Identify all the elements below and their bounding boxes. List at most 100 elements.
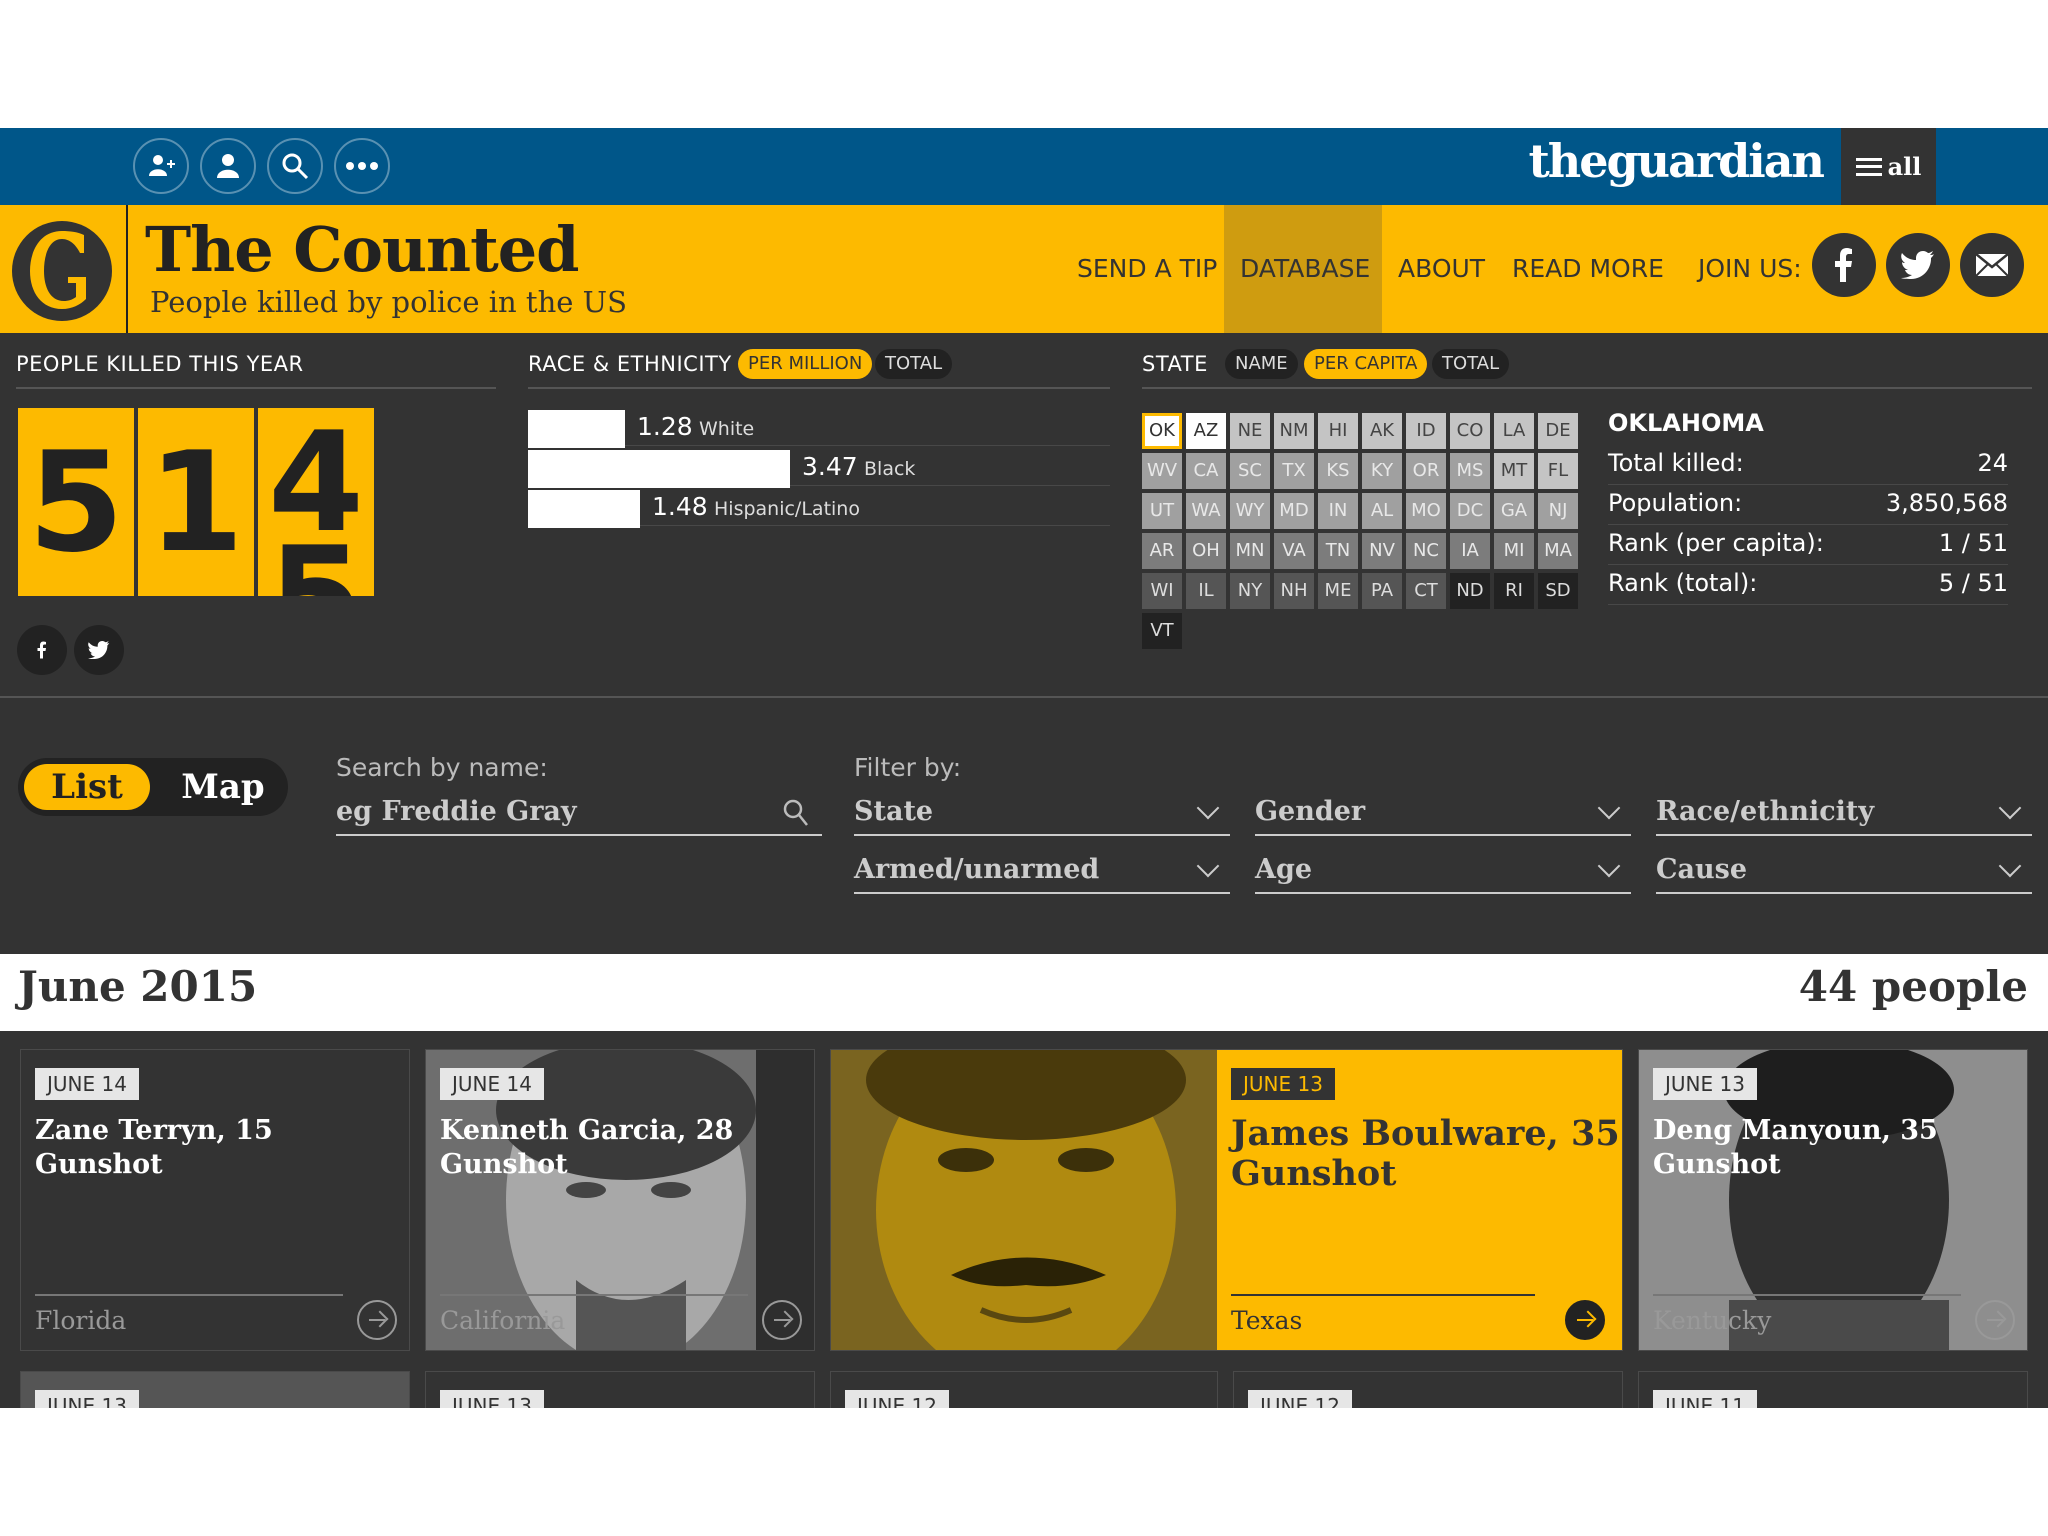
age-dropdown[interactable]: Age: [1255, 848, 1631, 894]
arrow-right-icon[interactable]: [1975, 1300, 2015, 1340]
state-cell[interactable]: OH: [1186, 533, 1226, 569]
share-twitter-icon[interactable]: [74, 625, 124, 675]
state-cell[interactable]: FL: [1538, 453, 1578, 489]
per-million-toggle[interactable]: PER MILLION: [738, 349, 873, 379]
state-cell[interactable]: AL: [1362, 493, 1402, 529]
state-cell[interactable]: DC: [1450, 493, 1490, 529]
state-cell[interactable]: TX: [1274, 453, 1314, 489]
more-icon[interactable]: [334, 138, 390, 194]
state-cell[interactable]: VA: [1274, 533, 1314, 569]
state-cell[interactable]: WI: [1142, 573, 1182, 609]
state-cell[interactable]: OR: [1406, 453, 1446, 489]
state-total-toggle[interactable]: TOTAL: [1432, 349, 1510, 379]
state-cell[interactable]: ND: [1450, 573, 1490, 609]
state-cell[interactable]: MO: [1406, 493, 1446, 529]
state-cell[interactable]: MS: [1450, 453, 1490, 489]
state-name-toggle[interactable]: NAME: [1225, 349, 1298, 379]
search-icon[interactable]: [267, 138, 323, 194]
state-cell[interactable]: MA: [1538, 533, 1578, 569]
all-sections-button[interactable]: all: [1841, 128, 1936, 205]
nav-about[interactable]: ABOUT: [1398, 205, 1485, 333]
state-cell[interactable]: CT: [1406, 573, 1446, 609]
state-label: STATE: [1142, 352, 1208, 376]
arrow-right-icon[interactable]: [357, 1300, 397, 1340]
state-cell[interactable]: IL: [1186, 573, 1226, 609]
state-cell[interactable]: CA: [1186, 453, 1226, 489]
state-cell[interactable]: NJ: [1538, 493, 1578, 529]
state-cell[interactable]: AR: [1142, 533, 1182, 569]
state-cell[interactable]: UT: [1142, 493, 1182, 529]
victim-card[interactable]: JUNE 13 Deng Manyoun, 35 Gunshot Kentucky: [1638, 1049, 2028, 1351]
state-cell[interactable]: CO: [1450, 413, 1490, 449]
state-cell[interactable]: SC: [1230, 453, 1270, 489]
guardian-g-logo-icon[interactable]: [0, 205, 128, 333]
state-cell[interactable]: AZ: [1186, 413, 1226, 449]
state-cell[interactable]: HI: [1318, 413, 1358, 449]
state-cell[interactable]: ID: [1406, 413, 1446, 449]
state-cell[interactable]: AK: [1362, 413, 1402, 449]
state-cell[interactable]: ME: [1318, 573, 1358, 609]
victim-card-featured[interactable]: JUNE 13 James Boulware, 35 Gunshot Texas: [830, 1049, 1623, 1351]
nav-database[interactable]: DATABASE: [1224, 205, 1382, 333]
state-cell[interactable]: RI: [1494, 573, 1534, 609]
armed-dropdown[interactable]: Armed/unarmed: [854, 848, 1230, 894]
cause-dropdown-label: Cause: [1656, 854, 1747, 885]
state-cell[interactable]: WY: [1230, 493, 1270, 529]
state-cell[interactable]: PA: [1362, 573, 1402, 609]
nav-read-more[interactable]: READ MORE: [1512, 205, 1664, 333]
state-cell[interactable]: VT: [1142, 613, 1182, 649]
state-cell[interactable]: MI: [1494, 533, 1534, 569]
state-cell[interactable]: NY: [1230, 573, 1270, 609]
state-cell[interactable]: NC: [1406, 533, 1446, 569]
state-cell[interactable]: LA: [1494, 413, 1534, 449]
state-cell[interactable]: WA: [1186, 493, 1226, 529]
state-dropdown[interactable]: State: [854, 790, 1230, 836]
victim-card[interactable]: JUNE 13: [20, 1371, 410, 1408]
state-cell[interactable]: TN: [1318, 533, 1358, 569]
facebook-icon[interactable]: [1812, 233, 1876, 297]
search-input[interactable]: eg Freddie Gray: [336, 790, 822, 836]
map-view-button[interactable]: Map: [168, 764, 278, 810]
state-cell[interactable]: MN: [1230, 533, 1270, 569]
state-cell[interactable]: NE: [1230, 413, 1270, 449]
arrow-right-icon[interactable]: [1565, 1300, 1605, 1340]
per-capita-toggle[interactable]: PER CAPITA: [1304, 349, 1428, 379]
state-cell[interactable]: KY: [1362, 453, 1402, 489]
state-cell[interactable]: NH: [1274, 573, 1314, 609]
state-cell[interactable]: NV: [1362, 533, 1402, 569]
state-cell[interactable]: IA: [1450, 533, 1490, 569]
state-cell[interactable]: GA: [1494, 493, 1534, 529]
share-facebook-icon[interactable]: [17, 625, 67, 675]
divider: [35, 1294, 343, 1296]
card-name: James Boulware, 35 Gunshot: [1231, 1114, 1620, 1194]
state-cell[interactable]: OK: [1142, 413, 1182, 449]
victim-card[interactable]: JUNE 11: [1638, 1371, 2028, 1408]
twitter-icon[interactable]: [1886, 233, 1950, 297]
victim-card[interactable]: JUNE 12: [1233, 1371, 1623, 1408]
email-icon[interactable]: [1960, 233, 2024, 297]
race-dropdown[interactable]: Race/ethnicity: [1656, 790, 2032, 836]
list-view-button[interactable]: List: [24, 764, 150, 810]
victim-card[interactable]: JUNE 13: [425, 1371, 815, 1408]
victim-card[interactable]: JUNE 14 Zane Terryn, 15 Gunshot Florida: [20, 1049, 410, 1351]
state-cell[interactable]: NM: [1274, 413, 1314, 449]
nav-send-a-tip[interactable]: SEND A TIP: [1077, 205, 1217, 333]
state-cell[interactable]: MT: [1494, 453, 1534, 489]
victim-card[interactable]: JUNE 12: [830, 1371, 1218, 1408]
user-icon[interactable]: [200, 138, 256, 194]
cause-dropdown[interactable]: Cause: [1656, 848, 2032, 894]
state-cell[interactable]: MD: [1274, 493, 1314, 529]
state-cell[interactable]: WV: [1142, 453, 1182, 489]
state-cell[interactable]: DE: [1538, 413, 1578, 449]
state-cell[interactable]: IN: [1318, 493, 1358, 529]
arrow-right-icon[interactable]: [762, 1300, 802, 1340]
victim-card[interactable]: JUNE 14 Kenneth Garcia, 28 Gunshot Califo…: [425, 1049, 815, 1351]
state-cell[interactable]: SD: [1538, 573, 1578, 609]
divider: [440, 1294, 748, 1296]
gender-dropdown[interactable]: Gender: [1255, 790, 1631, 836]
add-user-icon[interactable]: [133, 138, 189, 194]
card-date: JUNE 12: [1248, 1390, 1352, 1408]
guardian-logo[interactable]: theguardian: [1529, 134, 1825, 188]
state-cell[interactable]: KS: [1318, 453, 1358, 489]
race-total-toggle[interactable]: TOTAL: [875, 349, 953, 379]
